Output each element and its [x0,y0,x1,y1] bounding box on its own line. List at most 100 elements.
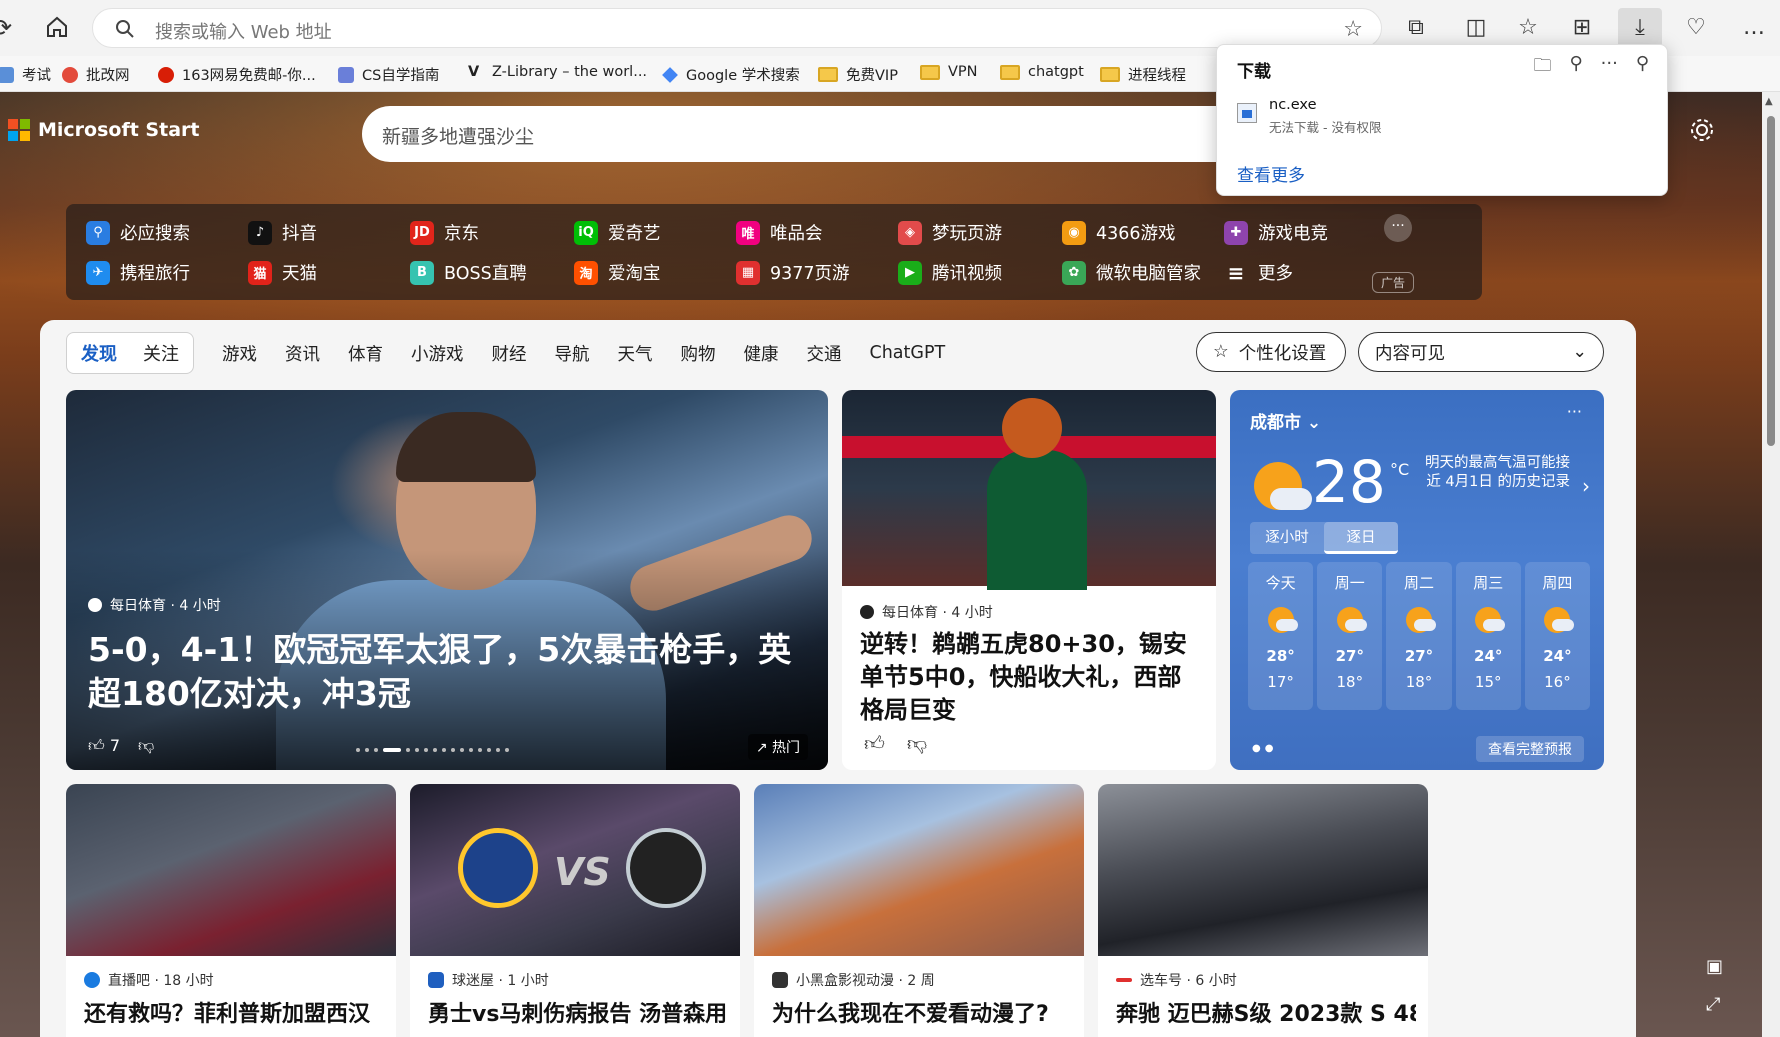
split-screen-icon[interactable]: ◫ [1460,12,1492,44]
browser-essentials-icon[interactable]: ♡ [1680,12,1712,44]
search-icon[interactable]: ⚲ [1569,53,1582,83]
extensions-icon[interactable]: ⧉ [1400,12,1432,44]
weather-note[interactable]: 明天的最高气温可能接近 4月1日 的历史记录 [1420,454,1570,492]
tab-minigames[interactable]: 小游戏 [411,341,464,366]
hero-news-card[interactable]: 每日体育 · 4 小时 5-0，4-1！欧冠冠军太狠了，5次暴击枪手，英超180… [66,390,828,770]
tab-news[interactable]: 资讯 [285,341,320,366]
quick-link-esports[interactable]: ✚ 游戏电竞 [1224,220,1328,245]
download-file-name[interactable]: nc.exe [1269,97,1317,113]
quick-link-tmall[interactable]: 猫天猫 [248,260,317,285]
quick-link-tencent-video[interactable]: ▶ 腾讯视频 [898,260,1002,285]
address-bar[interactable]: 搜索或输入 Web 地址 ☆ [92,8,1382,48]
weather-more-icon[interactable]: ··· [1567,402,1582,421]
see-more-link[interactable]: 查看更多 [1237,161,1305,186]
tab-games[interactable]: 游戏 [222,341,257,366]
weather-card[interactable]: 成都市 ⌄ ··· 28 °C 明天的最高气温可能接近 4月1日 的历史记录 ›… [1230,390,1604,770]
bookmark-folder[interactable]: VPN [920,64,978,80]
settings-gear-icon[interactable] [1688,116,1718,146]
forecast-day[interactable]: 周一 27° 18° [1317,562,1383,710]
more-options-icon[interactable]: ··· [1601,53,1618,83]
tab-follow[interactable]: 关注 [143,340,179,366]
quick-link-9377[interactable]: ▦ 9377页游 [736,260,850,285]
quick-link-more[interactable]: ≡ 更多 [1224,260,1293,285]
pc-manager-icon: ✿ [1062,260,1086,285]
news-title[interactable]: 奔驰 迈巴赫S级 2023款 S 480 [1116,996,1416,1028]
news-title[interactable]: 逆转！鹈鹕五虎80+30，锡安单节5中0，快船收大礼，西部格局巨变 [860,628,1200,727]
sas-logo-icon [626,828,706,908]
thumbs-up-icon[interactable]: 👍︎ [864,731,885,756]
tab-navigation[interactable]: 导航 [555,341,590,366]
bookmark-item[interactable]: 考试 [0,64,51,85]
tab-health[interactable]: 健康 [744,341,779,366]
downloads-icon[interactable]: ⤓ [1618,8,1662,48]
news-title[interactable]: 还有救吗？菲利普斯加盟西汉 [84,996,384,1028]
weather-pager[interactable]: ●● [1252,743,1277,754]
personalize-button[interactable]: ☆ 个性化设置 [1196,332,1346,372]
microsoft-start-logo[interactable]: Microsoft Start [8,119,199,141]
tab-shopping[interactable]: 购物 [681,341,716,366]
mode-daily[interactable]: 逐日 [1324,522,1398,554]
tab-sports[interactable]: 体育 [348,341,383,366]
carousel-pager[interactable] [356,748,509,752]
chevron-right-icon[interactable]: › [1582,474,1590,498]
full-forecast-button[interactable]: 查看完整预报 [1476,736,1584,762]
news-card[interactable]: 选车号 · 6 小时 奔驰 迈巴赫S级 2023款 S 480 [1098,784,1428,1037]
like-button[interactable]: 👍︎ 7 [88,736,120,756]
bookmark-folder[interactable]: 免费VIP [818,64,898,85]
quick-link-ctrip[interactable]: ✈ 携程旅行 [86,260,190,285]
forecast-day[interactable]: 周四 24° 16° [1524,562,1591,710]
bookmark-folder[interactable]: chatgpt [1000,64,1084,80]
scrollbar-thumb[interactable] [1767,116,1775,446]
bookmark-item[interactable]: V Z-Library – the worl... [468,64,647,80]
mode-hourly[interactable]: 逐小时 [1250,522,1324,554]
news-card[interactable]: 每日体育 · 4 小时 逆转！鹈鹕五虎80+30，锡安单节5中0，快船收大礼，西… [842,390,1216,770]
bookmark-item[interactable]: Google 学术搜索 [662,64,800,85]
bookmark-item[interactable]: CS自学指南 [338,64,439,85]
hero-title[interactable]: 5-0，4-1！欧冠冠军太狠了，5次暴击枪手，英超180亿对决，冲3冠 [88,628,808,716]
expand-icon[interactable]: ⤢ [1706,994,1720,1015]
bookmark-folder[interactable]: 进程线程 [1100,64,1186,85]
dislike-button[interactable]: 👎︎ [138,736,154,756]
quick-link-mengwan[interactable]: ◈ 梦玩页游 [898,220,1002,245]
forecast-day[interactable]: 今天 28° 17° [1248,562,1314,710]
quick-link-vip[interactable]: 唯唯品会 [736,220,823,245]
quick-link-douyin[interactable]: ♪ 抖音 [248,220,317,245]
bookmark-item[interactable]: 批改网 [62,64,130,85]
bookmark-item[interactable]: 163网易免费邮-你... [158,64,316,85]
forecast-day[interactable]: 周二 27° 18° [1386,562,1452,710]
scroll-up-icon[interactable]: ▲ [1765,96,1773,107]
news-title[interactable]: 勇士vs马刺伤病报告 汤普森用 [428,996,728,1028]
quick-link-jd[interactable]: JD 京东 [410,220,479,245]
home-icon[interactable] [44,14,72,42]
open-folder-icon[interactable]: 🗀 [1533,53,1551,83]
tab-chatgpt[interactable]: ChatGPT [870,343,946,363]
favorite-star-icon[interactable]: ☆ [1343,17,1363,42]
forecast-day[interactable]: 周三 24° 15° [1455,562,1521,710]
news-card[interactable]: 直播吧 · 18 小时 还有救吗？菲利普斯加盟西汉 [66,784,396,1037]
web-search-input[interactable]: 新疆多地遭强沙尘 [362,106,1262,162]
tab-finance[interactable]: 财经 [492,341,527,366]
refresh-icon[interactable]: ⟳ [0,14,20,42]
news-title[interactable]: 为什么我现在不爱看动漫了? [772,996,1072,1028]
content-visibility-dropdown[interactable]: 内容可见 ⌄ [1358,332,1604,372]
quick-links-more-button[interactable]: ··· [1384,214,1412,242]
page-scrollbar[interactable]: ▲ [1762,92,1780,1037]
quick-link-boss[interactable]: B BOSS直聘 [410,260,527,285]
quick-link-aitaobao[interactable]: 淘爱淘宝 [574,260,661,285]
quick-link-bing[interactable]: ⚲ 必应搜索 [86,220,190,245]
tab-discover[interactable]: 发现 [81,340,117,366]
thumbs-down-icon[interactable]: 👎︎ [907,731,927,756]
weather-city-selector[interactable]: 成都市 ⌄ [1250,408,1321,433]
news-card[interactable]: 小黑盒影视动漫 · 2 周 为什么我现在不爱看动漫了? [754,784,1084,1037]
tab-traffic[interactable]: 交通 [807,341,842,366]
screenshot-icon[interactable]: ▣ [1706,956,1723,977]
favorites-icon[interactable]: ☆ [1512,12,1544,44]
collections-icon[interactable]: ⊞ [1566,12,1598,44]
quick-link-iqiyi[interactable]: iQ 爱奇艺 [574,220,661,245]
tab-weather[interactable]: 天气 [618,341,653,366]
news-card[interactable]: VS 球迷屋 · 1 小时 勇士vs马刺伤病报告 汤普森用 [410,784,740,1037]
more-menu-icon[interactable]: … [1738,12,1770,44]
quick-link-pc-manager[interactable]: ✿ 微软电脑管家 [1062,260,1201,285]
pin-icon[interactable]: ⚲ [1636,53,1649,83]
quick-link-4366[interactable]: ◉ 4366游戏 [1062,220,1176,245]
